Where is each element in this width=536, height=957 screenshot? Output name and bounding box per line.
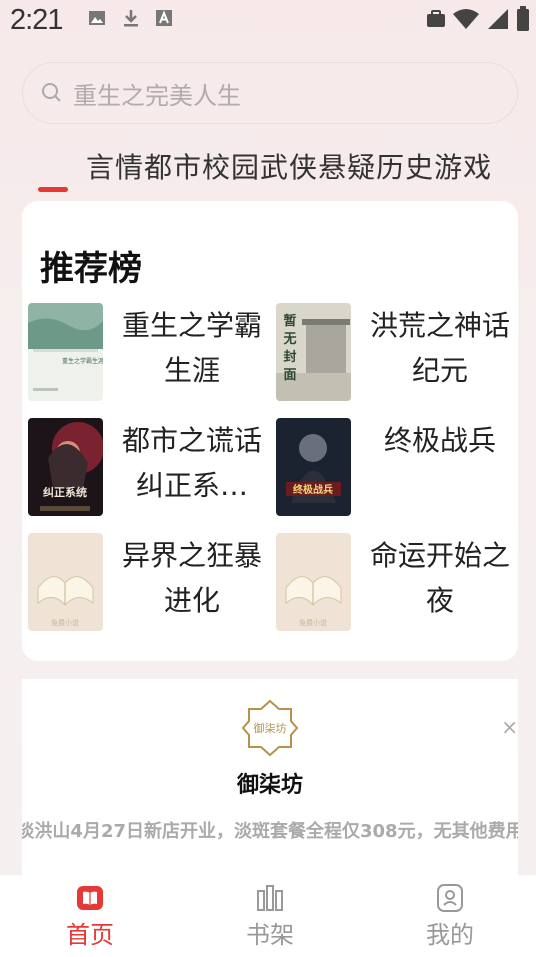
book-item[interactable]: 免费小说 异界之狂暴进化 (22, 533, 262, 633)
status-bar: 2:21 (0, 0, 536, 40)
brand-logo-icon: 御柒坊 (241, 699, 299, 757)
svg-text:无: 无 (282, 332, 296, 347)
cover-text: 终极战兵 (293, 483, 333, 496)
cover-text: 免费小说 (299, 618, 327, 627)
book-item[interactable]: 纠正系统 都市之谎话纠正系… (22, 418, 262, 518)
svg-text:暂: 暂 (283, 313, 296, 329)
book-title: 终极战兵 (383, 424, 496, 457)
close-icon[interactable]: × (501, 715, 518, 739)
book-cover: 终极战兵 (276, 418, 351, 516)
tab-category[interactable]: 言情 (86, 146, 144, 186)
svg-text:封: 封 (283, 349, 296, 365)
image-icon (89, 11, 105, 25)
bottom-nav: 首页 书架 我的 (0, 875, 536, 957)
cover-text: 重生之学霸生涯 (62, 357, 103, 365)
signal-icon (488, 9, 508, 29)
wifi-icon (453, 9, 479, 29)
nav-label: 书架 (246, 921, 294, 949)
battery-icon (517, 6, 529, 31)
status-time: 2:21 (10, 4, 63, 36)
section-title: 推荐榜 (40, 249, 142, 289)
book-item[interactable]: 重生之学霸生涯 重生之学霸生涯 (22, 303, 262, 403)
book-item[interactable]: 暂 无 封 面 洪荒之神话纪元 (270, 303, 510, 403)
book-title: 异界之狂暴进化 (121, 539, 262, 617)
svg-text:面: 面 (283, 368, 296, 383)
search-bar[interactable]: 重生之完美人生 (22, 62, 518, 124)
book-title: 都市之谎话纠正系… (121, 424, 262, 502)
book-item[interactable]: 免费小说 命运开始之夜 (270, 533, 510, 633)
work-profile-icon (427, 10, 445, 27)
ad-banner[interactable]: 御柒坊 御柒坊 淡洪山4月27日新店开业，淡斑套餐全程仅308元，无其他费用 × (22, 679, 518, 875)
svg-text:纠正系统: 纠正系统 (43, 485, 87, 499)
font-icon (156, 10, 172, 26)
category-tabs: 言情 都市 校园 武侠 悬疑 历史 游戏 (86, 146, 492, 186)
search-placeholder: 重生之完美人生 (73, 81, 241, 110)
nav-home[interactable]: 首页 (40, 883, 140, 950)
book-cover: 免费小说 (276, 533, 351, 631)
book-cover: 暂 无 封 面 (276, 303, 351, 401)
ad-brand: 御柒坊 (236, 773, 303, 798)
book-cover: 纠正系统 (28, 418, 103, 516)
search-icon (42, 83, 61, 102)
tab-category[interactable]: 都市 (144, 146, 202, 186)
book-cover: 免费小说 (28, 533, 103, 631)
recommend-card: 推荐榜 重生之学霸生涯 重生之学霸生涯 暂 无 封 面 洪荒之神话纪元 纠正系统… (22, 201, 518, 661)
nav-bookshelf[interactable]: 书架 (220, 883, 320, 950)
profile-icon (437, 884, 463, 912)
book-item[interactable]: 终极战兵 终极战兵 (270, 418, 510, 518)
tab-category[interactable]: 游戏 (434, 146, 492, 186)
nav-profile[interactable]: 我的 (400, 883, 500, 950)
ad-text: 淡洪山4月27日新店开业，淡斑套餐全程仅308元，无其他费用 (22, 821, 518, 842)
tab-category[interactable]: 历史 (376, 146, 434, 186)
cover-text: 免费小说 (51, 618, 79, 627)
download-icon (124, 10, 138, 27)
tab-category[interactable]: 校园 (202, 146, 260, 186)
book-cover: 重生之学霸生涯 (28, 303, 103, 401)
tab-indicator (38, 187, 68, 192)
tab-category[interactable]: 悬疑 (318, 146, 376, 186)
book-title: 洪荒之神话纪元 (369, 309, 510, 387)
tab-category[interactable]: 武侠 (260, 146, 318, 186)
bookshelf-icon (257, 885, 283, 911)
book-title: 命运开始之夜 (369, 539, 510, 617)
book-open-icon (77, 886, 103, 910)
nav-label: 首页 (66, 921, 114, 949)
nav-label: 我的 (426, 921, 474, 949)
book-title: 重生之学霸生涯 (121, 309, 262, 387)
logo-text: 御柒坊 (254, 721, 287, 735)
